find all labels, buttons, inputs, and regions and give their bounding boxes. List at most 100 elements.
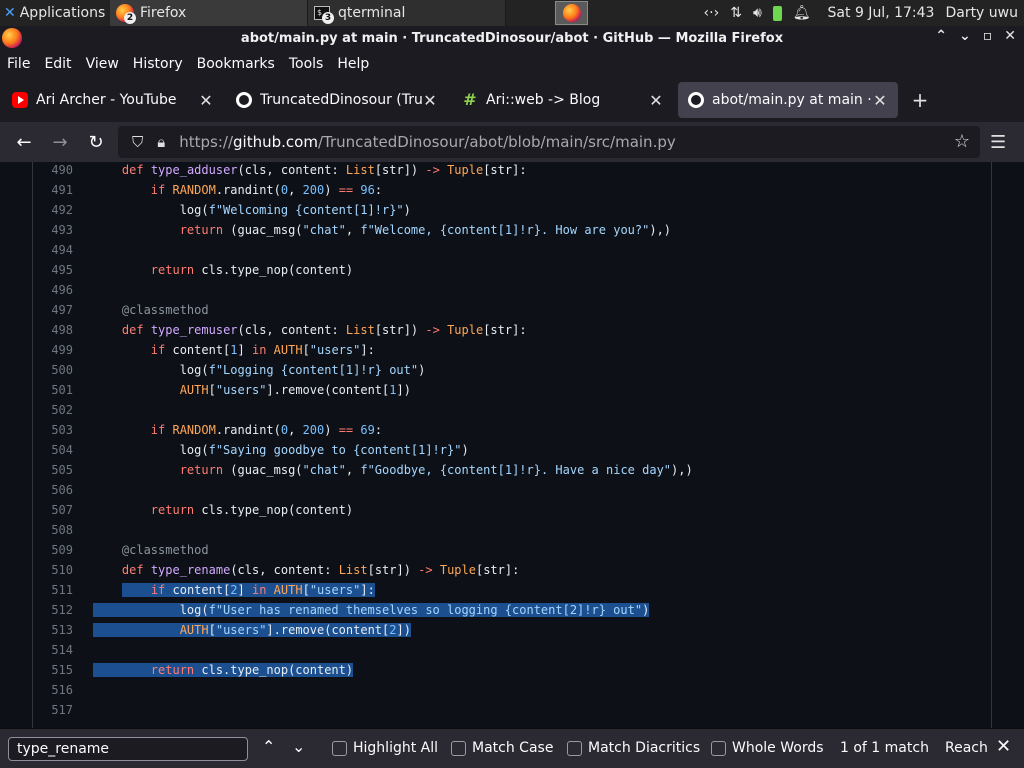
- checkbox-box[interactable]: [567, 740, 582, 756]
- line-number[interactable]: 512: [33, 600, 73, 620]
- line-number[interactable]: 507: [33, 500, 73, 520]
- line-number[interactable]: 516: [33, 680, 73, 700]
- user-name[interactable]: Darty uwu: [945, 5, 1018, 21]
- taskbar-firefox[interactable]: 2 Firefox: [110, 0, 308, 26]
- checkbox-box[interactable]: [451, 740, 466, 756]
- close-tab-icon[interactable]: ✕: [648, 91, 664, 110]
- line-number[interactable]: 494: [33, 240, 73, 260]
- highlight-all-checkbox[interactable]: Highlight All: [332, 740, 438, 756]
- match-count: 1 of 1 match: [840, 740, 929, 756]
- network-icon[interactable]: ⇅: [730, 5, 742, 21]
- applications-menu[interactable]: ✕ Applications: [0, 0, 110, 26]
- code-text: return cls.type_nop(content): [150, 503, 354, 517]
- match-diacritics-checkbox[interactable]: Match Diacritics: [567, 740, 700, 756]
- line-number[interactable]: 498: [33, 320, 73, 340]
- line-number[interactable]: 508: [33, 520, 73, 540]
- menu-bookmarks[interactable]: Bookmarks: [197, 56, 275, 72]
- bookmark-star-icon[interactable]: ☆: [954, 131, 970, 152]
- line-number[interactable]: 513: [33, 620, 73, 640]
- line-number[interactable]: 501: [33, 380, 73, 400]
- workspace-firefox-button[interactable]: [555, 1, 588, 25]
- menu-edit[interactable]: Edit: [44, 56, 71, 72]
- find-next-icon[interactable]: ⌄: [292, 737, 305, 756]
- code-line: 498 def type_remuser(cls, content: List[…: [0, 320, 1024, 340]
- line-number[interactable]: 496: [33, 280, 73, 300]
- maximize-up-icon[interactable]: ⌃: [935, 28, 947, 44]
- hamburger-menu-icon[interactable]: ☰: [990, 132, 1006, 153]
- menu-file[interactable]: File: [7, 56, 30, 72]
- code-line: 501 AUTH["users"].remove(content[1]): [0, 380, 1024, 400]
- tab-youtube[interactable]: Ari Archer - YouTube ✕: [2, 82, 224, 118]
- code-view: 490 def type_adduser(cls, content: List[…: [0, 162, 1024, 728]
- close-tab-icon[interactable]: ✕: [422, 91, 438, 110]
- code-text: def type_adduser(cls, content: List[str]…: [121, 163, 527, 177]
- new-tab-button[interactable]: +: [910, 88, 930, 112]
- close-tab-icon[interactable]: ✕: [198, 91, 214, 110]
- line-number[interactable]: 499: [33, 340, 73, 360]
- code-line: 508: [0, 520, 1024, 540]
- taskbar-qterminal[interactable]: $_ 3 qterminal: [308, 0, 506, 26]
- code-text: return (guac_msg("chat", f"Goodbye, {con…: [179, 463, 693, 477]
- line-number[interactable]: 506: [33, 480, 73, 500]
- line-number[interactable]: 491: [33, 180, 73, 200]
- lock-icon[interactable]: 🔒︎: [157, 133, 165, 151]
- code-text: def type_remuser(cls, content: List[str]…: [121, 323, 527, 337]
- find-previous-icon[interactable]: ⌃: [262, 737, 275, 756]
- shield-icon[interactable]: ⛉: [132, 133, 143, 151]
- menu-tools[interactable]: Tools: [289, 56, 324, 72]
- find-input[interactable]: [8, 737, 248, 761]
- line-number[interactable]: 505: [33, 460, 73, 480]
- line-number[interactable]: 492: [33, 200, 73, 220]
- checkbox-box[interactable]: [332, 740, 347, 756]
- code-text: @classmethod: [121, 543, 209, 557]
- line-number[interactable]: 493: [33, 220, 73, 240]
- code-line: 510 def type_rename(cls, content: List[s…: [0, 560, 1024, 580]
- line-number[interactable]: 497: [33, 300, 73, 320]
- menu-history[interactable]: History: [133, 56, 183, 72]
- menu-label: View: [85, 56, 119, 72]
- close-window-icon[interactable]: ✕: [1004, 28, 1016, 44]
- tab-blog[interactable]: # Ari::web -> Blog ✕: [452, 82, 674, 118]
- url-bar[interactable]: ⛉ 🔒︎ https://github.com/TruncatedDinosou…: [118, 126, 980, 158]
- reload-button[interactable]: ↻: [78, 132, 114, 153]
- tab-main-py[interactable]: abot/main.py at main · Tr ✕: [678, 82, 898, 118]
- menu-help[interactable]: Help: [337, 56, 369, 72]
- line-number[interactable]: 503: [33, 420, 73, 440]
- line-number[interactable]: 514: [33, 640, 73, 660]
- tab-label: abot/main.py at main · Tr: [712, 92, 872, 108]
- line-number[interactable]: 515: [33, 660, 73, 680]
- line-number[interactable]: 495: [33, 260, 73, 280]
- line-number[interactable]: 517: [33, 700, 73, 720]
- line-number[interactable]: 504: [33, 440, 73, 460]
- line-number[interactable]: 500: [33, 360, 73, 380]
- clock[interactable]: Sat 9 Jul, 17:43: [828, 5, 935, 21]
- line-number[interactable]: 511: [33, 580, 73, 600]
- battery-icon[interactable]: [772, 5, 782, 21]
- code-line: 492 log(f"Welcoming {content[1]!r}"): [0, 200, 1024, 220]
- checkbox-box[interactable]: [711, 740, 726, 756]
- whole-words-checkbox[interactable]: Whole Words: [711, 740, 824, 756]
- notification-bell-icon[interactable]: 🔔︎: [793, 5, 811, 21]
- back-button[interactable]: ←: [6, 132, 42, 153]
- line-number[interactable]: 509: [33, 540, 73, 560]
- minimize-icon[interactable]: ⌄: [959, 28, 971, 44]
- forward-button[interactable]: →: [42, 132, 78, 153]
- line-number[interactable]: 502: [33, 400, 73, 420]
- line-number[interactable]: 490: [33, 162, 73, 180]
- applications-label: Applications: [19, 5, 106, 21]
- tab-github-profile[interactable]: TruncatedDinosour (Trunc ✕: [226, 82, 448, 118]
- code-text: if RANDOM.randint(0, 200) == 96:: [150, 183, 383, 197]
- checkbox-label: Match Case: [472, 740, 554, 756]
- menu-label: Edit: [44, 56, 72, 72]
- task-badge: 2: [124, 12, 136, 24]
- network-arrows-icon[interactable]: ‹·›: [704, 5, 720, 21]
- match-case-checkbox[interactable]: Match Case: [451, 740, 553, 756]
- menu-view[interactable]: View: [86, 56, 119, 72]
- line-number[interactable]: 510: [33, 560, 73, 580]
- close-find-bar-icon[interactable]: ✕: [996, 736, 1011, 757]
- code-text: return cls.type_nop(content): [93, 660, 354, 680]
- close-tab-icon[interactable]: ✕: [872, 91, 888, 110]
- volume-icon[interactable]: 🔊︎: [753, 5, 762, 21]
- restore-icon[interactable]: ▫: [983, 28, 993, 44]
- code-line: 517: [0, 700, 1024, 720]
